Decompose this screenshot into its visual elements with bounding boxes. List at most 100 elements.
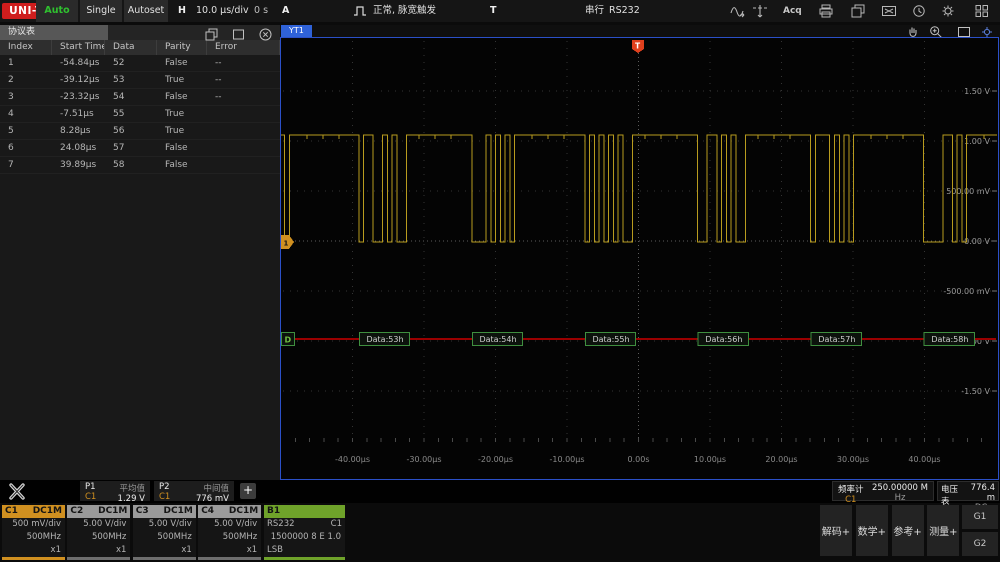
table-title[interactable]: 协议表 [0,25,108,40]
trigger-label: T [490,0,496,22]
timebase-value[interactable]: 10.0 µs/div [196,0,249,22]
bus-header: B1 [264,505,345,518]
run-mode-button[interactable]: Auto [36,0,78,22]
acquire-label: A [282,0,289,22]
channel-name: C1 [5,505,18,518]
pan-hand-icon[interactable] [906,24,920,38]
vertical-scale-icon[interactable] [752,4,768,18]
autoset-button[interactable]: Autoset [124,0,168,22]
table-row[interactable]: 624.08µs57False [0,140,280,157]
table-row[interactable]: 2-39.12µs53True-- [0,72,280,89]
window-icon[interactable] [232,26,245,45]
file-manager-icon[interactable] [850,4,866,18]
quick-button-1[interactable]: 解码+ [820,505,852,556]
channel-bandwidth: 500MHz [67,531,130,544]
quick-button-3[interactable]: 参考+ [892,505,924,556]
cell-index: 1 [0,55,52,71]
quick-button-2[interactable]: 数学+ [856,505,888,556]
cell-start: -39.12µs [52,72,105,88]
bus-underline [264,557,345,560]
cell-index: 2 [0,72,52,88]
table-row[interactable]: 3-23.32µs54False-- [0,89,280,106]
channel-header: C2DC1M [67,505,130,518]
channel-block-c3[interactable]: C3DC1M5.00 V/div500MHzx1 [133,505,196,557]
single-button[interactable]: Single [80,0,122,22]
freq-counter-title: 频率计 [838,483,864,495]
p2-value: 776 mV [196,494,229,504]
view-tab[interactable]: YT1 [281,25,312,37]
measurement-p2[interactable]: P2C1 中间值776 mV [154,481,234,501]
cell-start: -54.84µs [52,55,105,71]
cell-data: 52 [105,55,157,71]
svg-text:T: T [635,42,641,51]
time-label: 30.00µs [837,455,869,464]
trigger-status[interactable]: 正常, 脉宽触发 [373,0,436,22]
svg-text:Data:57h: Data:57h [818,335,855,344]
dvm-readout[interactable]: 电压表C1 776.4 mDC [937,481,999,501]
clock-icon[interactable] [911,4,927,18]
add-measurement-button[interactable]: + [240,483,256,499]
volt-label: 500.00 mV [946,187,990,196]
volt-label: 1.50 V [964,87,990,96]
zoom-in-icon[interactable] [929,24,943,38]
cell-index: 6 [0,140,52,156]
cell-start: 39.89µs [52,157,105,173]
table-title-bar: 协议表 [0,25,280,40]
cell-index: 3 [0,89,52,105]
table-body: 1-54.84µs52False--2-39.12µs53True--3-23.… [0,55,280,174]
freq-counter-source: C1 [838,495,864,505]
table-row[interactable]: 739.89µs58False [0,157,280,174]
table-row[interactable]: 1-54.84µs52False-- [0,55,280,72]
time-label: -20.00µs [478,455,513,464]
cell-parity: True [157,123,207,139]
channel-block-c2[interactable]: C2DC1M5.00 V/div500MHzx1 [67,505,130,557]
display-frame-icon[interactable] [881,4,897,18]
print-icon[interactable] [818,4,834,18]
bus-position-marker[interactable]: D [282,333,295,346]
decode-data-box: Data:57h [811,333,861,346]
dvm-value: 776.4 m [967,483,995,503]
settings-gear-icon[interactable] [940,4,956,18]
display-settings-icon[interactable] [980,24,994,38]
horizontal-offset[interactable]: 0 s [254,0,268,22]
bus-protocol-row: RS232 C1 [264,518,345,531]
bus-protocol: RS232 [267,518,295,531]
channel-block-c1[interactable]: C1DC1M500 mV/div500MHzx1 [2,505,65,557]
serial-mode-label[interactable]: 串行 [585,0,604,22]
channel-underline [133,557,196,560]
channel-header: C4DC1M [198,505,261,518]
decode-data-box: Data:56h [698,333,748,346]
decode-waveform-icon[interactable] [730,4,746,18]
cell-data: 54 [105,89,157,105]
bus-source: C1 [331,518,342,531]
p1-source: C1 [85,492,96,502]
cell-data: 55 [105,106,157,122]
cell-parity: True [157,72,207,88]
cell-parity: False [157,89,207,105]
g-button-1[interactable]: G1 [962,505,998,529]
g-button-2[interactable]: G2 [962,532,998,556]
waveform-display[interactable]: 1.50 V1.00 V500.00 mV0.00 V-500.00 mV-1.… [280,37,999,480]
channel-block-c4[interactable]: C4DC1M5.00 V/div500MHzx1 [198,505,261,557]
box-select-icon[interactable] [957,24,971,38]
channel1-position-marker[interactable]: 1 [281,235,294,249]
frequency-counter[interactable]: 频率计C1 250.00000 MHz [832,481,934,501]
copy-icon[interactable] [205,26,218,45]
apps-grid-icon[interactable] [974,4,990,18]
bus-name: B1 [267,505,280,518]
cell-start: -7.51µs [52,106,105,122]
quick-button-4[interactable]: 测量+ [927,505,959,556]
measurement-p1[interactable]: P1C1 平均值1.29 V [80,481,150,501]
close-icon[interactable] [259,26,272,45]
acquire-icon[interactable]: Acq [783,4,802,18]
measure-tools-icon[interactable] [7,482,27,505]
p2-stat-label: 中间值 [196,482,229,494]
cell-error [207,123,280,139]
bus-block-b1[interactable]: B1RS232C11500000 8 E 1.0LSB [264,505,345,557]
channel-scale: 5.00 V/div [198,518,261,531]
column-header: Start Time [52,40,105,55]
table-row[interactable]: 4-7.51µs55True [0,106,280,123]
table-row[interactable]: 58.28µs56True [0,123,280,140]
serial-type-label[interactable]: RS232 [609,0,640,22]
trigger-position-marker[interactable]: T [632,40,644,53]
